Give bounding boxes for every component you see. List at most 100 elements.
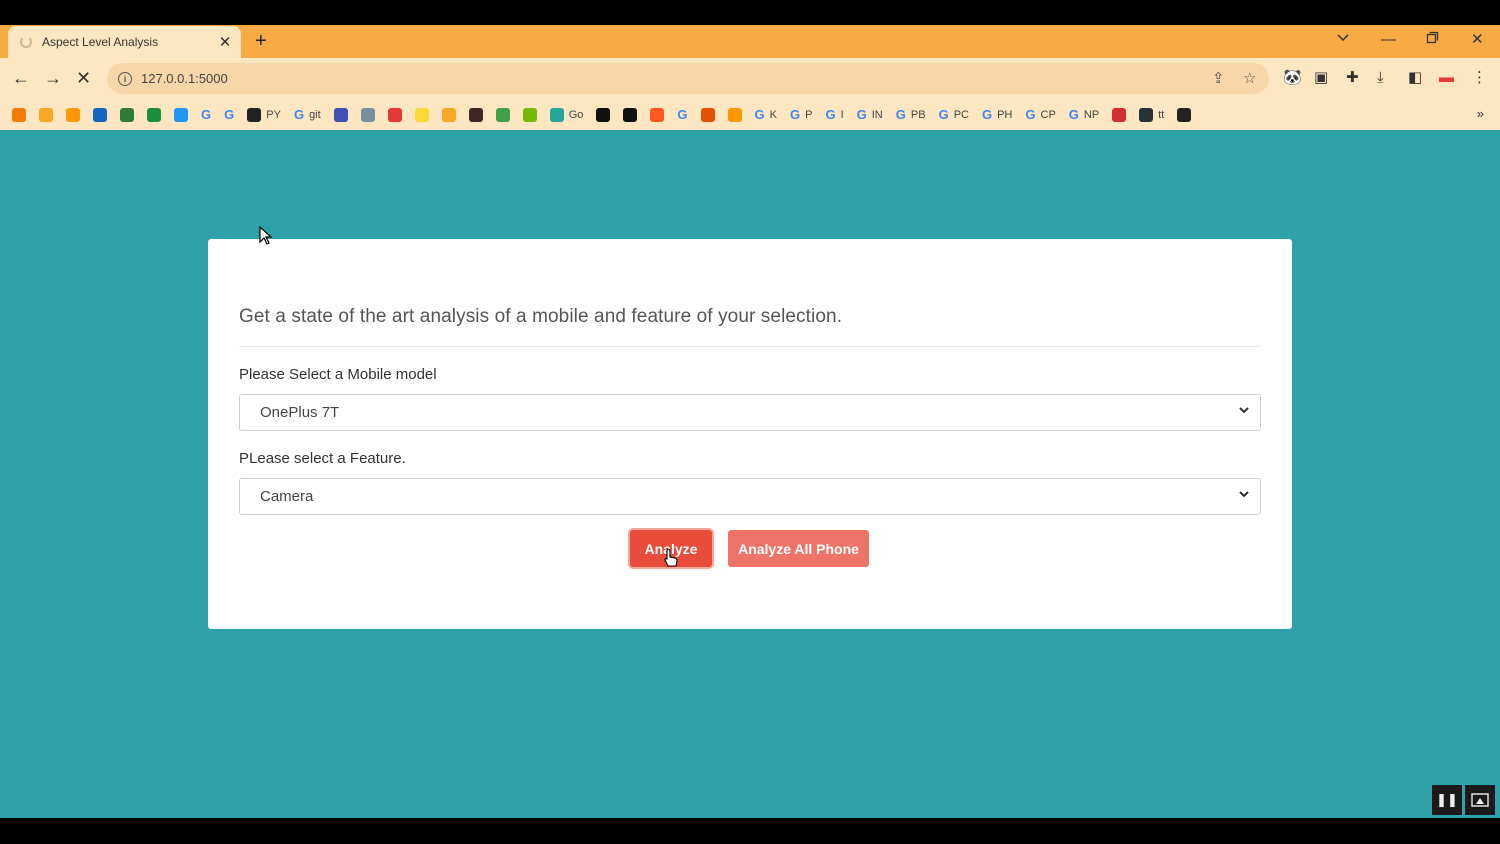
google-fav-icon: G <box>754 107 765 122</box>
google-fav-icon: G <box>224 107 235 122</box>
dark-circle-fav-icon <box>468 107 483 122</box>
extension-icon[interactable]: ▣ <box>1314 68 1328 88</box>
panda-extension-icon[interactable]: 🐼 <box>1283 68 1302 88</box>
tab-aspect-level-analysis[interactable]: Aspect Level Analysis ✕ <box>8 26 241 58</box>
bookmark-item[interactable] <box>174 107 188 122</box>
chevron-down-icon <box>1239 407 1249 414</box>
url-text: 127.0.0.1:5000 <box>141 71 228 86</box>
ci-fav-icon <box>623 107 638 122</box>
stop-loading-icon[interactable]: ✕ <box>76 67 91 89</box>
bookmark-item[interactable]: GK <box>755 107 777 122</box>
red-book-fav-icon <box>1112 107 1127 122</box>
menu-kebab-icon[interactable]: ⋮ <box>1472 68 1487 88</box>
bookmark-item[interactable] <box>522 107 537 122</box>
bookmark-label: PH <box>997 108 1013 121</box>
youtube-fav-icon <box>387 107 402 122</box>
bookmark-item[interactable]: G PH <box>982 107 1012 122</box>
bookmark-item[interactable] <box>120 107 134 122</box>
mobile-model-value: OnePlus 7T <box>260 404 340 421</box>
close-window-icon[interactable]: ✕ <box>1471 29 1484 51</box>
bookmark-item[interactable] <box>66 107 80 122</box>
forward-icon[interactable]: → <box>44 67 62 89</box>
profile-extension-icon[interactable]: ▬ <box>1439 68 1454 88</box>
more-bookmarks-icon[interactable]: » <box>1477 106 1484 121</box>
google-fav-icon: G <box>981 107 993 122</box>
google-fav-icon: G <box>1025 107 1036 122</box>
bookmark-item[interactable] <box>12 107 26 122</box>
bookmark-item[interactable] <box>441 107 456 122</box>
arrow-fav-icon <box>12 107 26 122</box>
pause-icon[interactable]: ❚❚ <box>1432 785 1462 815</box>
minimize-icon[interactable]: — <box>1381 29 1396 51</box>
bookmark-item[interactable] <box>333 107 348 122</box>
google-fav-icon: G <box>895 107 906 122</box>
bookmark-label: IN <box>871 108 883 121</box>
bookmark-item[interactable]: G <box>201 107 211 122</box>
analysis-card: Get a state of the art analysis of a mob… <box>208 239 1292 629</box>
bookmark-label: Go <box>568 108 584 121</box>
bus-fav-icon <box>1139 107 1154 122</box>
bookmark-item[interactable]: G PC <box>939 107 969 122</box>
address-bar[interactable]: i 127.0.0.1:5000 ⇪ ☆ <box>107 63 1269 94</box>
bookmark-label: tt <box>1158 108 1165 121</box>
bookmark-item[interactable]: G PB <box>896 107 926 122</box>
download-icon[interactable]: ⤓ <box>1377 68 1384 88</box>
bookmark-item[interactable]: Ggit <box>294 107 321 122</box>
bookmark-item[interactable]: G CP <box>1025 107 1055 122</box>
bookmark-item[interactable] <box>650 107 665 122</box>
bookmark-label: CP <box>1040 108 1056 121</box>
bookmark-item[interactable] <box>360 107 375 122</box>
bookmark-item[interactable] <box>468 107 483 122</box>
bookmark-item[interactable]: G <box>224 107 234 122</box>
bookmark-item[interactable]: G <box>677 107 687 122</box>
tab-search-chevron-icon[interactable] <box>1336 29 1350 51</box>
green-circle-fav-icon <box>120 107 134 122</box>
close-tab-icon[interactable]: ✕ <box>217 33 233 51</box>
feature-select[interactable]: Camera <box>239 478 1261 515</box>
divider <box>239 346 1261 347</box>
yellow-p-fav-icon <box>414 107 429 122</box>
site-info-icon[interactable]: i <box>118 71 132 86</box>
bookmark-item[interactable] <box>414 107 429 122</box>
bars-fav-icon <box>66 107 80 122</box>
page-background: Get a state of the art analysis of a mob… <box>0 130 1500 818</box>
bookmark-item[interactable] <box>623 107 638 122</box>
notion-fav-icon <box>596 107 611 122</box>
bookmark-item[interactable] <box>596 107 611 122</box>
share-icon[interactable]: ⇪ <box>1212 69 1225 87</box>
bookmark-item[interactable] <box>147 107 161 122</box>
bookmark-item[interactable]: GI <box>825 107 843 122</box>
bookmark-item[interactable]: Go <box>549 107 584 122</box>
new-tab-icon[interactable]: + <box>255 30 267 52</box>
google-fav-icon: G <box>293 107 305 122</box>
bookmark-item[interactable] <box>495 107 510 122</box>
ieee-fav-icon <box>93 107 107 122</box>
google-fav-icon: G <box>1068 107 1079 122</box>
bookmark-item[interactable] <box>39 107 53 122</box>
bookmark-item[interactable] <box>727 107 742 122</box>
bookmark-item[interactable] <box>1112 107 1127 122</box>
bookmarks-bar: G G PY Ggit Go G G K G P G I G IN G PB G PC G PH G CP G NP tt <box>0 99 1500 130</box>
bookmark-item[interactable]: G IN <box>857 107 883 122</box>
side-panel-icon[interactable]: ◧ <box>1408 68 1422 88</box>
bookmark-label: NP <box>1083 108 1100 121</box>
bookmark-item[interactable] <box>93 107 107 122</box>
chevron-down-icon <box>1239 491 1249 498</box>
mobile-model-select[interactable]: OnePlus 7T <box>239 394 1261 431</box>
bookmark-item[interactable]: tt <box>1139 107 1165 122</box>
restore-icon[interactable] <box>1426 29 1439 51</box>
bookmark-item[interactable]: GP <box>790 107 812 122</box>
tab-title: Aspect Level Analysis <box>42 35 159 49</box>
analyze-all-phone-button[interactable]: Analyze All Phone <box>728 530 869 567</box>
back-icon[interactable]: ← <box>12 67 30 89</box>
bookmark-label: PY <box>266 108 281 121</box>
bookmark-item[interactable]: G NP <box>1069 107 1099 122</box>
bookmark-item[interactable] <box>700 107 715 122</box>
bookmark-star-icon[interactable]: ☆ <box>1243 69 1256 87</box>
bookmark-item[interactable] <box>387 107 402 122</box>
extensions-puzzle-icon[interactable]: ✚ <box>1346 68 1359 88</box>
picture-in-picture-icon[interactable] <box>1465 785 1495 815</box>
bookmark-item[interactable]: PY <box>247 107 281 122</box>
bookmark-item[interactable] <box>1177 107 1192 122</box>
google-fav-icon: G <box>825 107 836 122</box>
